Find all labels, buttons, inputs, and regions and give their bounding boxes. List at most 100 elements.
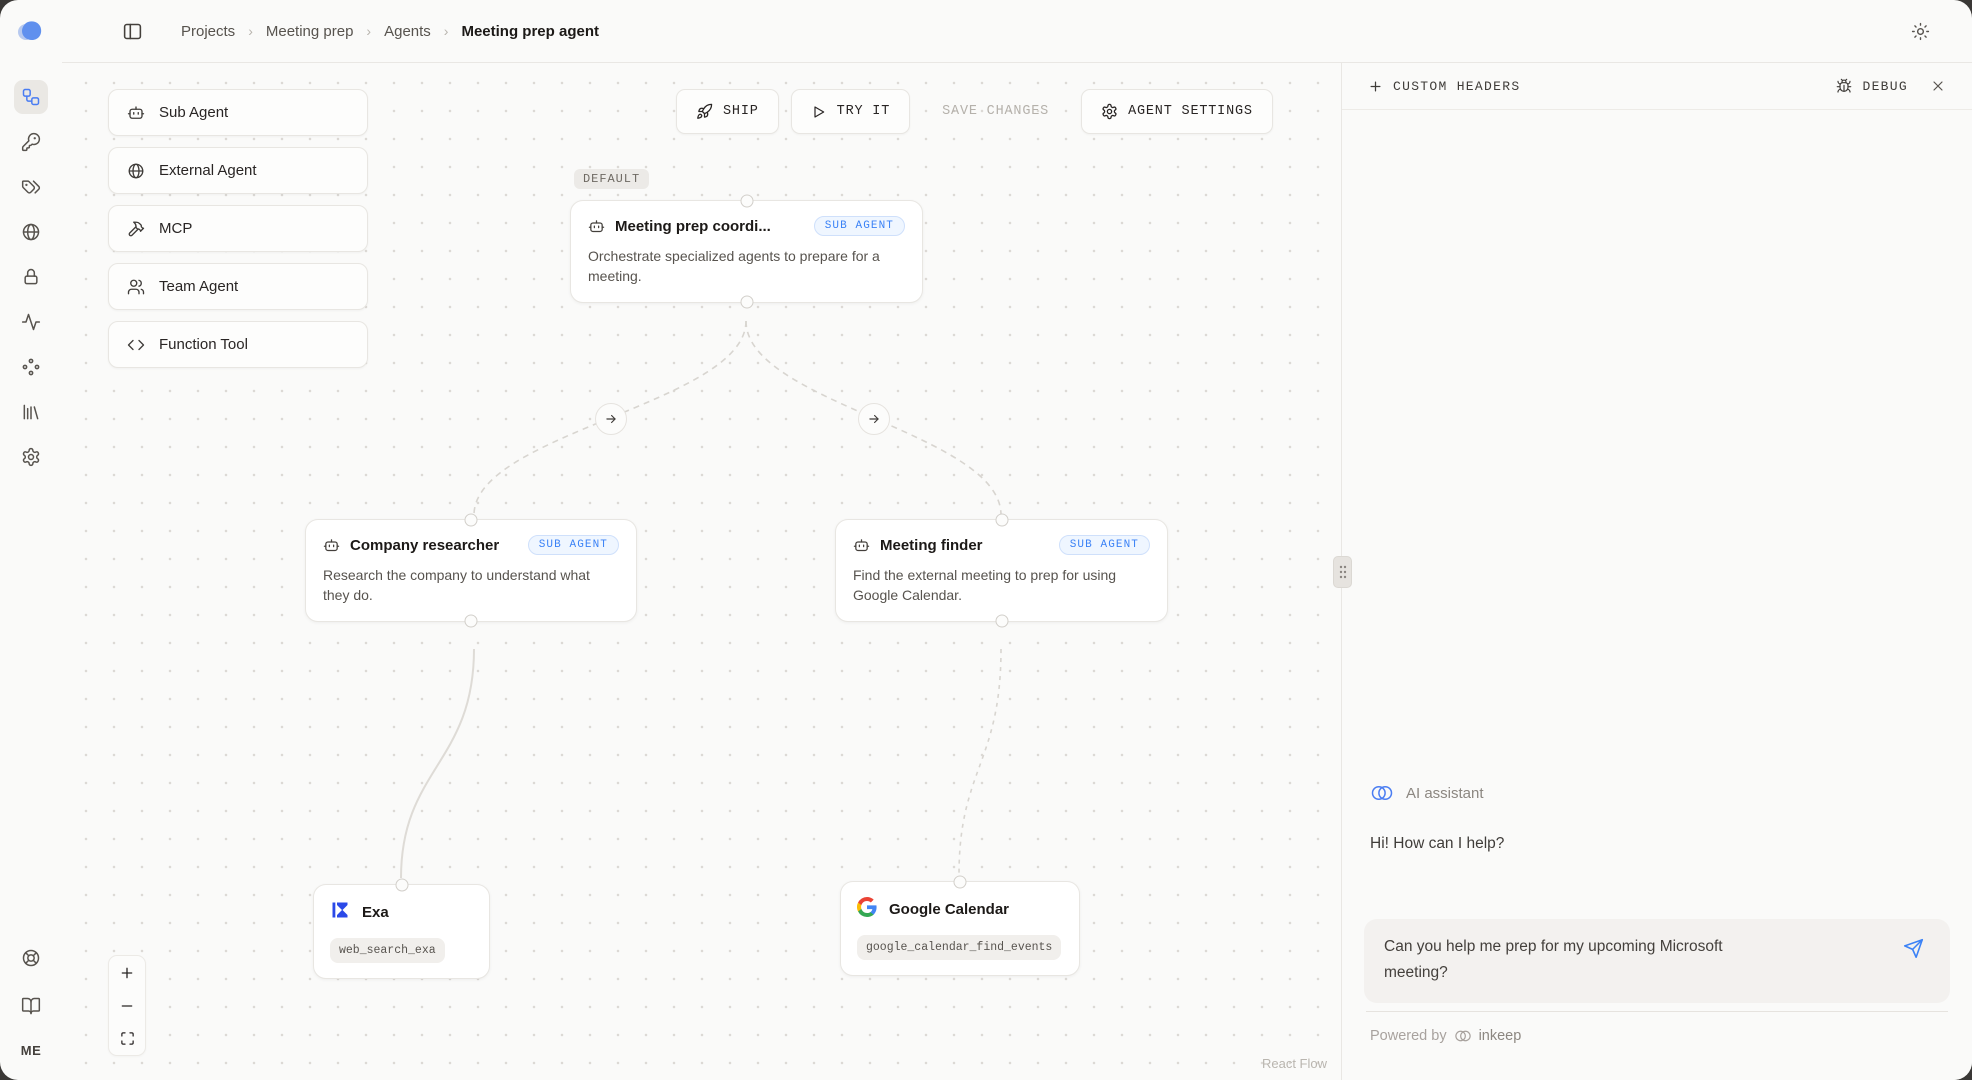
user-avatar[interactable]: ME — [17, 1037, 46, 1064]
node-handle-top[interactable] — [740, 195, 753, 208]
custom-headers-button[interactable]: CUSTOM HEADERS — [1368, 79, 1520, 94]
panel-left-icon — [122, 21, 143, 42]
sidebar-item-api-keys[interactable] — [14, 125, 48, 159]
palette-item-mcp[interactable]: MCP — [108, 205, 368, 252]
node-title: Meeting prep coordi... — [615, 218, 771, 235]
top-header: Projects › Meeting prep › Agents › Meeti… — [62, 0, 1972, 63]
theme-toggle-button[interactable] — [1911, 22, 1930, 41]
breadcrumb: Projects › Meeting prep › Agents › Meeti… — [181, 23, 599, 40]
palette-item-label: MCP — [159, 220, 192, 237]
sub-agent-badge: SUB AGENT — [814, 216, 905, 236]
node-description: Find the external meeting to prep for us… — [836, 555, 1167, 621]
sidebar-item-components[interactable] — [14, 350, 48, 384]
sidebar-item-graph[interactable] — [14, 80, 48, 114]
palette-item-label: Team Agent — [159, 278, 238, 295]
sidebar-item-activity[interactable] — [14, 305, 48, 339]
tool-name-pill: web_search_exa — [330, 938, 445, 963]
node-handle-bottom[interactable] — [740, 295, 753, 308]
tool-name-pill: google_calendar_find_events — [857, 935, 1061, 960]
agent-settings-label: AGENT SETTINGS — [1128, 104, 1253, 119]
save-changes-label: SAVE CHANGES — [942, 104, 1049, 119]
sub-agent-badge: SUB AGENT — [528, 535, 619, 555]
node-handle-top[interactable] — [995, 514, 1008, 527]
powered-by-link[interactable]: Powered by inkeep — [1370, 1027, 1521, 1045]
agent-settings-button[interactable]: AGENT SETTINGS — [1081, 89, 1273, 134]
try-it-button[interactable]: TRY IT — [791, 89, 910, 134]
workflow-icon — [21, 87, 41, 107]
node-handle-top[interactable] — [954, 876, 967, 889]
close-panel-button[interactable] — [1930, 78, 1946, 94]
sidebar-item-domains[interactable] — [14, 215, 48, 249]
bot-icon — [853, 537, 870, 554]
palette-item-function-tool[interactable]: Function Tool — [108, 321, 368, 368]
palette-item-team-agent[interactable]: Team Agent — [108, 263, 368, 310]
chat-input[interactable]: Can you help me prep for my upcoming Mic… — [1364, 919, 1950, 1003]
node-meeting-prep-coordinator[interactable]: Meeting prep coordi... SUB AGENT Orchest… — [570, 200, 923, 303]
chat-input-value: Can you help me prep for my upcoming Mic… — [1384, 934, 1774, 987]
assistant-name: AI assistant — [1406, 785, 1484, 802]
rocket-icon — [696, 103, 713, 120]
activity-icon — [21, 312, 41, 332]
sun-icon — [1911, 22, 1930, 41]
lock-icon — [21, 267, 41, 287]
inkeep-logo-gray — [1454, 1027, 1472, 1045]
app-window: ME Projects › Meeting prep › Agents › Me… — [0, 0, 1972, 1080]
react-flow-attribution[interactable]: React Flow — [1262, 1056, 1327, 1071]
inkeep-logo[interactable] — [14, 18, 48, 44]
sidebar-item-security[interactable] — [14, 260, 48, 294]
palette-item-external-agent[interactable]: External Agent — [108, 147, 368, 194]
maximize-icon — [120, 1031, 135, 1046]
breadcrumb-projects[interactable]: Projects — [181, 23, 235, 40]
powered-by-label: Powered by — [1370, 1028, 1447, 1044]
agent-builder-app: ME Projects › Meeting prep › Agents › Me… — [0, 0, 1972, 1080]
edge-arrow-badge[interactable] — [858, 403, 890, 435]
fit-view-button[interactable] — [109, 1022, 145, 1055]
node-description: Orchestrate specialized agents to prepar… — [571, 236, 922, 302]
send-button[interactable] — [1903, 938, 1924, 959]
panel-header: CUSTOM HEADERS DEBUG — [1342, 63, 1972, 110]
node-handle-bottom[interactable] — [465, 614, 478, 627]
graph-canvas[interactable]: Sub Agent External Agent MCP Team Agent … — [62, 63, 1341, 1080]
send-icon — [1903, 938, 1924, 959]
node-description: Research the company to understand what … — [306, 555, 636, 621]
debug-label: DEBUG — [1862, 79, 1908, 94]
breadcrumb-project[interactable]: Meeting prep — [266, 23, 354, 40]
breadcrumb-agents[interactable]: Agents — [384, 23, 431, 40]
ship-button-label: SHIP — [723, 104, 759, 119]
palette-item-sub-agent[interactable]: Sub Agent — [108, 89, 368, 136]
left-icon-rail: ME — [0, 0, 62, 1080]
hammer-icon — [127, 220, 145, 238]
panel-resize-handle[interactable] — [1333, 556, 1352, 588]
tags-icon — [21, 177, 41, 197]
node-handle-bottom[interactable] — [995, 614, 1008, 627]
exa-logo — [330, 900, 350, 925]
gear-icon — [21, 447, 41, 467]
ship-button[interactable]: SHIP — [676, 89, 779, 134]
node-meeting-finder[interactable]: Meeting finder SUB AGENT Find the extern… — [835, 519, 1168, 622]
panel-toggle-button[interactable] — [122, 21, 143, 42]
node-handle-top[interactable] — [465, 514, 478, 527]
edge-arrow-badge[interactable] — [595, 403, 627, 435]
sidebar-item-settings[interactable] — [14, 440, 48, 474]
zoom-out-button[interactable] — [109, 989, 145, 1022]
node-company-researcher[interactable]: Company researcher SUB AGENT Research th… — [305, 519, 637, 622]
help-button[interactable] — [14, 941, 48, 975]
save-changes-button[interactable]: SAVE CHANGES — [922, 89, 1069, 134]
minus-icon — [119, 998, 135, 1014]
assistant-header: AI assistant — [1370, 781, 1484, 805]
globe-icon — [21, 222, 41, 242]
node-exa-tool[interactable]: Exa web_search_exa — [313, 884, 490, 979]
debug-button[interactable]: DEBUG — [1836, 78, 1908, 94]
life-buoy-icon — [21, 948, 41, 968]
gear-icon — [1101, 103, 1118, 120]
library-icon — [21, 402, 41, 422]
docs-button[interactable] — [14, 989, 48, 1023]
node-handle-top[interactable] — [395, 879, 408, 892]
palette-item-label: Function Tool — [159, 336, 248, 353]
sidebar-item-library[interactable] — [14, 395, 48, 429]
node-google-calendar-tool[interactable]: Google Calendar google_calendar_find_eve… — [840, 881, 1080, 976]
node-title: Meeting finder — [880, 537, 983, 554]
grip-dots-icon — [1338, 564, 1348, 580]
zoom-in-button[interactable] — [109, 956, 145, 989]
sidebar-item-credentials[interactable] — [14, 170, 48, 204]
